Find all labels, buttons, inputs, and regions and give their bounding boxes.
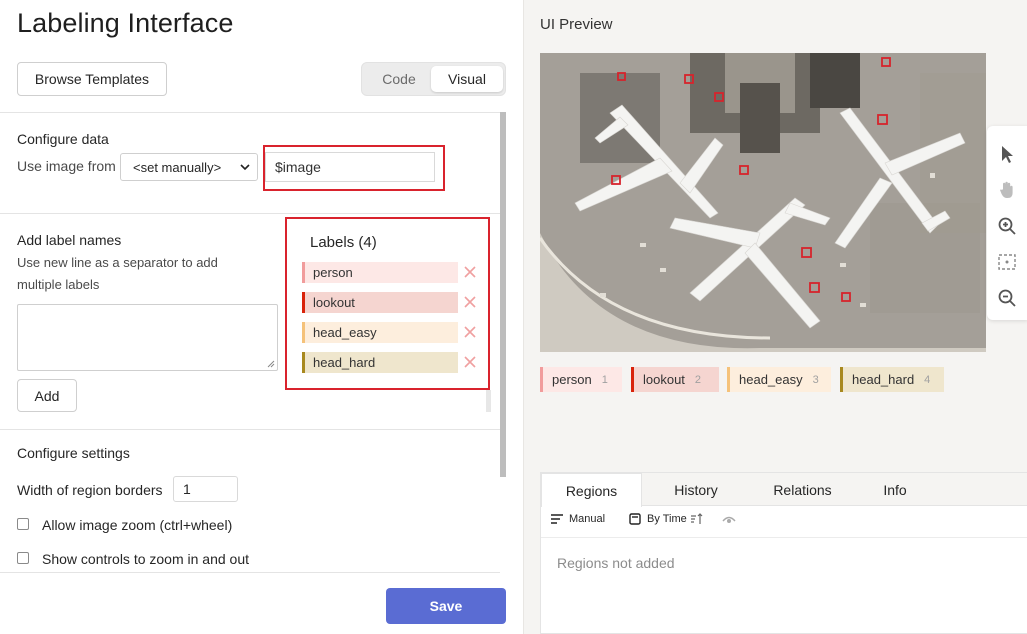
divider <box>0 429 500 430</box>
save-button[interactable]: Save <box>386 588 506 624</box>
by-time-label: By Time <box>647 513 687 525</box>
fit-screen-icon[interactable] <box>997 252 1017 272</box>
label-tag-head-hard[interactable]: head_hard 4 <box>840 367 944 392</box>
airport-image[interactable] <box>540 53 986 352</box>
add-labels-hint: Use new line as a separator to add <box>17 255 218 270</box>
label-names-textarea[interactable] <box>17 304 278 371</box>
divider <box>0 112 500 113</box>
add-label-button[interactable]: Add <box>17 379 77 412</box>
label-tag-head-easy[interactable]: head_easy 3 <box>727 367 831 392</box>
tab-bar: Regions History Relations Info <box>541 473 1027 507</box>
preview-title: UI Preview <box>540 16 613 33</box>
tag-name: person <box>552 372 592 387</box>
preview-panel: UI Preview person 1 lookout 2 head_easy … <box>523 0 1027 634</box>
zoom-checkbox[interactable] <box>17 518 29 530</box>
cursor-icon[interactable] <box>997 144 1017 164</box>
eye-icon[interactable] <box>722 514 736 524</box>
tag-hotkey: 4 <box>924 373 931 386</box>
zoom-out-icon[interactable] <box>997 288 1017 308</box>
add-labels-heading: Add label names <box>17 232 122 248</box>
tag-name: head_hard <box>852 372 915 387</box>
image-source-select[interactable]: <set manually> <box>120 153 258 181</box>
clock-icon <box>629 513 641 525</box>
tag-hotkey: 3 <box>812 373 819 386</box>
zoom-checkbox-label: Allow image zoom (ctrl+wheel) <box>42 517 233 533</box>
image-toolbar <box>987 126 1027 320</box>
empty-regions-text: Regions not added <box>557 555 675 571</box>
divider <box>0 572 500 573</box>
scrollbar[interactable] <box>500 112 506 477</box>
configure-settings-heading: Configure settings <box>17 445 130 461</box>
chevron-down-icon <box>240 164 250 171</box>
config-panel: Labeling Interface Browse Templates Code… <box>0 0 523 634</box>
tag-name: lookout <box>643 372 685 387</box>
list-icon <box>551 514 563 524</box>
configure-data-heading: Configure data <box>17 131 109 147</box>
controls-checkbox[interactable] <box>17 552 29 564</box>
controls-checkbox-label: Show controls to zoom in and out <box>42 551 250 567</box>
browse-templates-button[interactable]: Browse Templates <box>17 62 167 96</box>
hand-icon[interactable] <box>997 180 1017 200</box>
label-tag-person[interactable]: person 1 <box>540 367 622 392</box>
highlight-box <box>285 217 490 390</box>
manual-order-button[interactable]: Manual <box>551 513 605 525</box>
use-image-label: Use image from <box>17 158 116 174</box>
tab-regions[interactable]: Regions <box>541 473 642 507</box>
page-title: Labeling Interface <box>17 8 234 38</box>
tab-history[interactable]: History <box>642 473 750 506</box>
divider <box>0 213 500 214</box>
select-value: <set manually> <box>133 159 222 175</box>
mode-switch: Code Visual <box>361 62 506 96</box>
tag-hotkey: 2 <box>694 373 702 386</box>
tab-visual[interactable]: Visual <box>431 66 503 92</box>
regions-panel: Regions History Relations Info Manual By… <box>540 472 1027 634</box>
zoom-in-icon[interactable] <box>997 216 1017 236</box>
border-width-label: Width of region borders <box>17 482 163 498</box>
tag-name: head_easy <box>739 372 803 387</box>
tab-code[interactable]: Code <box>366 66 432 92</box>
add-labels-hint: multiple labels <box>17 277 100 292</box>
highlight-box <box>263 145 445 191</box>
divider <box>541 537 1027 538</box>
tab-relations[interactable]: Relations <box>750 473 855 506</box>
tab-info[interactable]: Info <box>855 473 935 506</box>
manual-label: Manual <box>569 513 606 525</box>
resize-handle-icon[interactable] <box>267 360 275 368</box>
border-width-input[interactable]: 1 <box>173 476 238 502</box>
label-tag-lookout[interactable]: lookout 2 <box>631 367 719 392</box>
labels-scrollbar[interactable] <box>486 390 491 412</box>
sort-icon[interactable] <box>690 513 704 525</box>
tag-hotkey: 1 <box>601 373 608 386</box>
by-time-button[interactable]: By Time <box>629 513 704 525</box>
